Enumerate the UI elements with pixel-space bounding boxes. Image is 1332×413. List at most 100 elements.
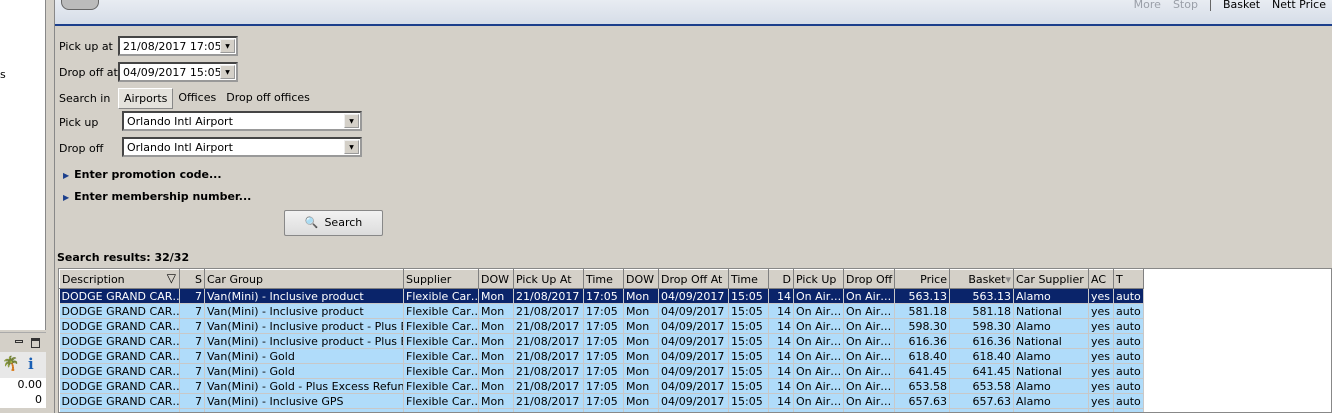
expand-arrow-icon: ▶ (63, 193, 70, 202)
table-cell: Mon (478, 408, 514, 412)
table-row[interactable]: DODGE GRAND CAR… 7 Van(Mini) - Gold - Plus… (59, 378, 1144, 394)
column-header[interactable]: AC (1088, 269, 1114, 289)
table-cell: Mon (478, 303, 514, 319)
membership-number-expander[interactable]: ▶ Enter membership number... (63, 190, 251, 203)
column-header[interactable]: Drop Off At (658, 269, 729, 289)
tab-drop-off-offices[interactable]: Drop off offices (221, 88, 315, 109)
table-cell: On Air… (793, 288, 844, 304)
table-cell: 15:05 (728, 408, 769, 412)
search-in-label: Search in (59, 92, 111, 105)
table-cell: On Air… (843, 393, 895, 409)
table-cell: Flexible Car… (403, 393, 479, 409)
chevron-down-icon[interactable]: ▼ (220, 65, 235, 79)
table-cell: Flexible Car… (403, 318, 479, 334)
more-button[interactable]: More (1134, 0, 1161, 11)
dropoff-datetime-picker[interactable]: 04/09/2017 15:05 ▼ (118, 62, 238, 82)
column-header[interactable]: Car Group (204, 269, 404, 289)
restore-icon[interactable] (31, 338, 40, 348)
table-cell: 14 (768, 333, 794, 349)
table-cell: On Air… (793, 393, 844, 409)
search-button[interactable]: 🔍 Search (284, 210, 383, 236)
column-header[interactable]: Pick Up At (513, 269, 584, 289)
table-cell: Mon (623, 318, 659, 334)
table-cell: Alamo (1013, 378, 1089, 394)
table-cell: yes (1088, 363, 1114, 379)
column-header[interactable]: Time (728, 269, 769, 289)
tab-offices[interactable]: Offices (173, 88, 221, 109)
column-header[interactable]: DOW (478, 269, 514, 289)
table-cell: On Air… (793, 348, 844, 364)
table-cell: 7 (179, 408, 205, 412)
column-header[interactable]: Drop Off (843, 269, 895, 289)
dropoff-location-select[interactable]: Orlando Intl Airport ▼ (122, 137, 362, 157)
chevron-down-icon[interactable]: ▼ (344, 140, 359, 154)
tab-airports[interactable]: Airports (118, 88, 174, 109)
table-cell: 14 (768, 408, 794, 412)
chevron-down-icon[interactable]: ▼ (344, 114, 359, 128)
table-row[interactable]: DODGE GRAND CAR…7Van(Mini) - Inclusive G… (59, 408, 1144, 412)
table-cell: National (1013, 363, 1089, 379)
table-cell: 641.45 (894, 363, 950, 379)
pickup-datetime-value: 21/08/2017 17:05 (123, 40, 222, 53)
table-cell: yes (1088, 393, 1114, 409)
results-count: Search results: 32/32 (57, 251, 190, 264)
table-row[interactable]: DODGE GRAND CAR… 7 Van(Mini) - Inclusive p… (59, 318, 1144, 334)
pickup-label: Pick up (59, 116, 99, 129)
table-row[interactable]: DODGE GRAND CAR… 7 Van(Mini) - Inclusive p… (59, 288, 1144, 304)
table-cell: Mon (478, 348, 514, 364)
nett-price-button[interactable]: Nett Price (1272, 0, 1326, 11)
column-header[interactable]: Price (894, 269, 950, 289)
column-header[interactable]: Description ▽ (59, 269, 180, 289)
table-cell: 7 (179, 378, 205, 394)
column-header[interactable]: Time (583, 269, 624, 289)
table-cell: Van(Mini) - Gold (204, 363, 404, 379)
stop-button[interactable]: Stop (1173, 0, 1198, 11)
column-header[interactable]: T (1113, 269, 1144, 289)
table-cell: 04/09/2017 (658, 378, 729, 394)
table-cell: 618.40 (894, 348, 950, 364)
table-cell: 15:05 (728, 288, 769, 304)
table-cell: Mon (623, 348, 659, 364)
table-row[interactable]: DODGE GRAND CAR…7Van(Mini) - Inclusive G… (59, 393, 1144, 409)
splitter[interactable] (46, 0, 55, 413)
pickup-datetime-picker[interactable]: 21/08/2017 17:05 ▼ (118, 36, 238, 56)
table-cell: 21/08/2017 (513, 363, 584, 379)
column-header[interactable]: Supplier (403, 269, 479, 289)
pickup-location-select[interactable]: Orlando Intl Airport ▼ (122, 111, 362, 131)
column-header[interactable]: S (179, 269, 205, 289)
table-cell: 15:05 (728, 303, 769, 319)
promotion-code-expander[interactable]: ▶ Enter promotion code... (63, 168, 222, 181)
minimize-icon[interactable] (15, 340, 23, 343)
table-cell: auto (1113, 378, 1144, 394)
table-cell: 17:05 (583, 318, 624, 334)
filter-icon[interactable]: ▽ (167, 271, 176, 285)
chevron-down-icon[interactable]: ▼ (220, 39, 235, 53)
table-row[interactable]: DODGE GRAND CAR… 7 Van(Mini) - Gold Flexibl… (59, 348, 1144, 364)
table-cell: 17:05 (583, 363, 624, 379)
table-cell: On Air… (793, 318, 844, 334)
palm-tree-icon[interactable]: 🌴 (2, 356, 19, 372)
table-cell: yes (1088, 378, 1114, 394)
table-row[interactable]: DODGE GRAND CAR… 7 Van(Mini) - Gold Flexibl… (59, 363, 1144, 379)
table-cell: On Air… (793, 333, 844, 349)
table-cell: Van(Mini) - Inclusive product - Plus Ex… (204, 318, 404, 334)
table-cell: DODGE GRAND CAR… (59, 303, 180, 319)
table-row[interactable]: DODGE GRAND CAR… 7 Van(Mini) - Inclusive p… (59, 333, 1144, 349)
table-cell: DODGE GRAND CAR… (59, 333, 180, 349)
column-header[interactable]: Pick Up (793, 269, 844, 289)
table-cell: 04/09/2017 (658, 363, 729, 379)
column-header[interactable]: DOW (623, 269, 659, 289)
table-cell: Mon (478, 318, 514, 334)
table-cell: 641.45 (949, 363, 1014, 379)
results-grid: Description ▽ S Car Group Supplier DOW Pick Up… (58, 268, 1332, 413)
column-header[interactable]: Basket▾ (949, 269, 1014, 289)
info-icon[interactable]: i (28, 355, 34, 373)
table-row[interactable]: DODGE GRAND CAR… 7 Van(Mini) - Inclusive p… (59, 303, 1144, 319)
table-cell: Van(Mini) - Inclusive product (204, 288, 404, 304)
table-cell: 21/08/2017 (513, 318, 584, 334)
column-header[interactable]: D (768, 269, 794, 289)
basket-button[interactable]: Basket (1223, 0, 1260, 11)
table-cell: Mon (623, 363, 659, 379)
table-cell: DODGE GRAND CAR… (59, 408, 180, 412)
column-header[interactable]: Car Supplier (1013, 269, 1089, 289)
